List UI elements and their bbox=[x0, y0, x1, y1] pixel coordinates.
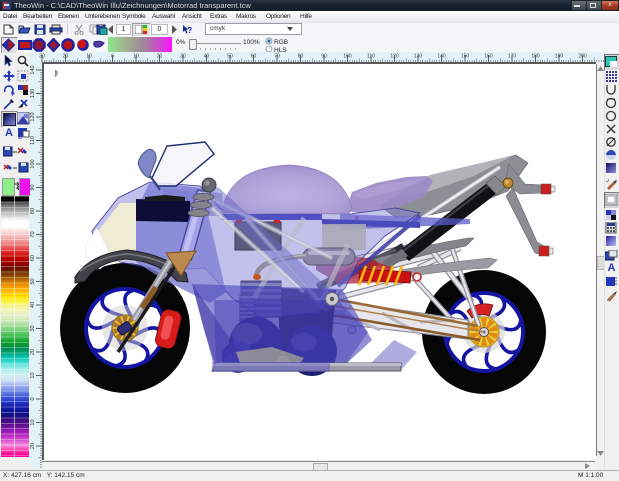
svg-text:70: 70 bbox=[30, 231, 36, 237]
svg-text:110: 110 bbox=[30, 136, 36, 145]
svg-text:200: 200 bbox=[578, 54, 587, 60]
svg-text:170: 170 bbox=[508, 54, 517, 60]
svg-text:50: 50 bbox=[227, 54, 233, 60]
svg-text:40: 40 bbox=[204, 54, 210, 60]
svg-text:30: 30 bbox=[30, 325, 36, 331]
svg-text:50: 50 bbox=[30, 278, 36, 284]
svg-text:100: 100 bbox=[343, 54, 352, 60]
svg-text:20: 20 bbox=[30, 443, 36, 449]
svg-text:20: 20 bbox=[63, 54, 69, 60]
svg-text:10: 10 bbox=[30, 372, 36, 378]
svg-text:80: 80 bbox=[298, 54, 304, 60]
svg-text:0: 0 bbox=[30, 397, 36, 400]
svg-text:140: 140 bbox=[437, 54, 446, 60]
svg-text:110: 110 bbox=[367, 54, 375, 60]
svg-text:0: 0 bbox=[111, 54, 114, 60]
svg-text:90: 90 bbox=[321, 54, 327, 60]
svg-text:10: 10 bbox=[30, 419, 36, 425]
svg-text:140: 140 bbox=[30, 65, 36, 74]
svg-text:20: 20 bbox=[157, 54, 163, 60]
svg-text:150: 150 bbox=[461, 54, 470, 60]
svg-text:70: 70 bbox=[274, 54, 280, 60]
svg-text:60: 60 bbox=[30, 255, 36, 261]
svg-text:100: 100 bbox=[30, 159, 36, 168]
svg-text:130: 130 bbox=[414, 54, 423, 60]
svg-text:RGB: RGB bbox=[274, 39, 288, 46]
svg-text:30: 30 bbox=[180, 54, 186, 60]
svg-text:190: 190 bbox=[555, 54, 564, 60]
svg-text:120: 120 bbox=[30, 112, 36, 121]
svg-text:30: 30 bbox=[39, 54, 45, 60]
svg-text:120: 120 bbox=[390, 54, 399, 60]
svg-text:10: 10 bbox=[86, 54, 92, 60]
svg-text:20: 20 bbox=[30, 349, 36, 355]
svg-text:130: 130 bbox=[30, 89, 36, 98]
svg-text:10: 10 bbox=[133, 54, 139, 60]
svg-text:?: ? bbox=[187, 26, 192, 35]
svg-text:180: 180 bbox=[531, 54, 540, 60]
svg-text:160: 160 bbox=[484, 54, 493, 60]
svg-text:60: 60 bbox=[251, 54, 257, 60]
svg-text:40: 40 bbox=[30, 302, 36, 308]
svg-text:80: 80 bbox=[30, 208, 36, 214]
svg-text:90: 90 bbox=[30, 184, 36, 190]
